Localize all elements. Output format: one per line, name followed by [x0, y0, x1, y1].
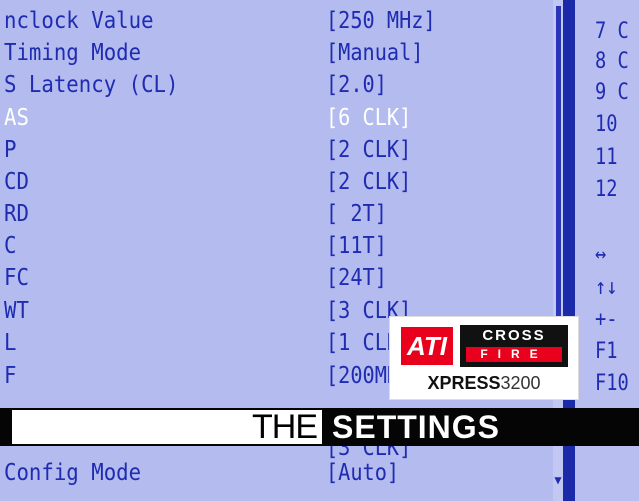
setting-value[interactable]: [2 CLK] — [326, 167, 411, 198]
help-item: F10 — [595, 371, 629, 396]
help-item: 10 — [595, 112, 618, 137]
setting-value[interactable]: [2 CLK] — [326, 135, 411, 166]
help-item: +- — [595, 307, 618, 332]
setting-label: AS — [4, 105, 29, 131]
setting-label: FC — [4, 265, 29, 291]
xpress-text: XPRESS — [427, 373, 501, 393]
xpress-model: 3200 — [500, 373, 541, 393]
help-item: 12 — [595, 177, 618, 202]
crossfire-cross-text: CROSS — [482, 327, 546, 344]
setting-row[interactable]: S Latency (CL) [2.0] — [0, 70, 563, 101]
setting-value[interactable]: [ 2T] — [326, 199, 387, 230]
ati-logo: ATI — [401, 327, 453, 365]
setting-value[interactable]: [250 MHz] — [326, 6, 436, 37]
setting-label: RD — [4, 201, 29, 227]
help-item: 8 C — [595, 49, 629, 74]
setting-label: Config Mode — [4, 460, 142, 486]
setting-value[interactable]: [24T] — [326, 263, 387, 294]
setting-label: L — [4, 330, 17, 356]
setting-label: nclock Value — [4, 8, 154, 34]
crossfire-logo: CROSS FIRE — [460, 325, 568, 367]
setting-row[interactable]: AS [6 CLK] — [0, 103, 563, 134]
caption-the: THE — [252, 408, 318, 446]
setting-label: CD — [4, 169, 29, 195]
setting-value[interactable]: [Auto] — [326, 458, 399, 489]
setting-label: C — [4, 233, 17, 259]
caption-settings: SETTINGS — [332, 409, 501, 445]
setting-value[interactable]: [2.0] — [326, 70, 387, 101]
setting-row[interactable]: Config Mode [Auto] — [0, 458, 563, 489]
setting-label: Timing Mode — [4, 40, 142, 66]
xpress-3200-logo: XPRESS3200 — [390, 373, 578, 393]
setting-value[interactable]: [6 CLK] — [326, 103, 411, 134]
help-item: F1 — [595, 339, 618, 364]
setting-label: S Latency (CL) — [4, 72, 179, 98]
setting-value[interactable]: [11T] — [326, 231, 387, 262]
crossfire-fire-text: FIRE — [466, 347, 562, 362]
setting-row[interactable]: FC [24T] — [0, 263, 563, 294]
setting-label: P — [4, 137, 17, 163]
setting-label: F — [4, 363, 17, 389]
help-item: 11 — [595, 145, 618, 170]
bios-screen: nclock Value [250 MHz] Timing Mode [Manual]… — [0, 0, 639, 501]
help-item: ↔ — [595, 242, 607, 267]
help-item: ↑↓ — [595, 275, 618, 300]
setting-row[interactable]: P [2 CLK] — [0, 135, 563, 166]
setting-row[interactable]: nclock Value [250 MHz] — [0, 6, 563, 37]
setting-row[interactable]: CD [2 CLK] — [0, 167, 563, 198]
help-item: 7 C — [595, 19, 629, 44]
setting-row[interactable]: Timing Mode [Manual] — [0, 38, 563, 69]
help-item: 9 C — [595, 80, 629, 105]
setting-value[interactable]: [Manual] — [326, 38, 423, 69]
setting-row[interactable]: RD [ 2T] — [0, 199, 563, 230]
ati-crossfire-logo: ATI CROSS FIRE XPRESS3200 — [389, 316, 579, 400]
setting-row[interactable]: C [11T] — [0, 231, 563, 262]
setting-label: WT — [4, 298, 29, 324]
